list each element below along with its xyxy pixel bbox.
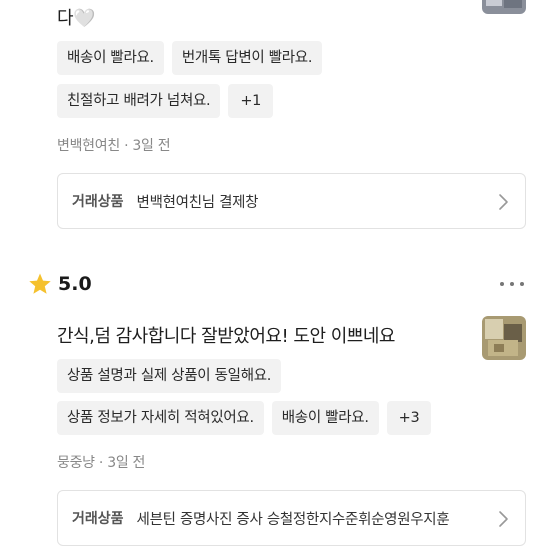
product-label: 거래상품 [72,511,124,527]
review-photo-thumbnail[interactable] [482,316,526,360]
review-tags: 친절하고 배려가 넘쳐요. +1 [57,84,274,118]
chevron-right-icon [499,194,508,210]
meta-separator: · [98,455,108,471]
star-icon [29,273,51,294]
review-tag: 친절하고 배려가 넘쳐요. [57,84,221,118]
review-tag: 번개톡 답변이 빨라요. [171,41,323,75]
kebab-menu-icon[interactable] [497,277,527,291]
review-tag: 배송이 빨라요. [271,401,379,435]
review-tag: 상품 정보가 자세히 적혀있어요. [57,401,264,435]
review-tags: 상품 설명과 실제 상품이 동일해요. [57,359,282,393]
more-tags-button[interactable]: +1 [228,84,274,118]
review-tag: 상품 설명과 실제 상품이 동일해요. [57,359,282,393]
review-meta: 뭉중냥 · 3일 전 [57,452,145,472]
review-tag: 배송이 빨라요. [57,41,164,75]
product-title: 세븐틴 증명사진 증사 승철정한지수준휘순영원우지훈 [136,511,450,528]
review-rating: 5.0 [28,272,92,296]
review-author[interactable]: 뭉중냥 [57,455,95,471]
review-tags: 배송이 빨라요. 번개톡 답변이 빨라요. [57,41,323,75]
review-time: 3일 전 [132,138,171,154]
review-meta: 변백현여친 · 3일 전 [57,135,171,155]
review-photo-thumbnail[interactable] [482,0,526,14]
review-text: 간식,덤 감사합니다 잘받았어요! 도안 이쁘네요 [57,326,395,347]
product-label: 거래상품 [72,194,124,210]
review-author[interactable]: 변백현여친 [57,138,120,154]
review-text: 다🤍 [57,8,95,29]
chevron-right-icon [499,511,508,527]
product-title: 변백현여친님 결제창 [136,194,259,211]
review-time: 3일 전 [107,455,146,471]
review-tags: 상품 정보가 자세히 적혀있어요. 배송이 빨라요. +3 [57,401,432,435]
traded-product-link[interactable]: 거래상품 세븐틴 증명사진 증사 승철정한지수준휘순영원우지훈 [57,490,526,546]
more-tags-button[interactable]: +3 [386,401,432,435]
rating-value: 5.0 [58,273,92,295]
traded-product-link[interactable]: 거래상품 변백현여친님 결제창 [57,173,526,229]
